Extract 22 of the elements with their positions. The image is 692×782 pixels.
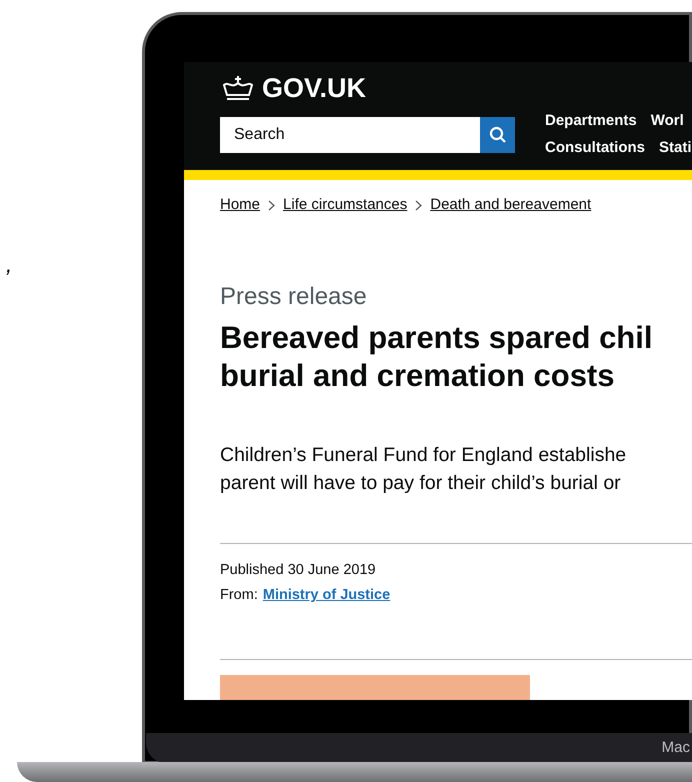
published-date: Published 30 June 2019 bbox=[220, 560, 377, 580]
organisation-link[interactable]: Ministry of Justice bbox=[262, 585, 390, 607]
article-title: Bereaved parents spared chil burial and cremation costs bbox=[220, 318, 654, 394]
document-type: Press release bbox=[220, 282, 368, 312]
nav-link[interactable]: Consultations bbox=[545, 136, 645, 159]
crown-icon bbox=[220, 75, 256, 101]
nav-link[interactable]: Worl bbox=[650, 110, 684, 132]
nav-link[interactable]: Stati bbox=[659, 136, 692, 159]
chevron-icon bbox=[268, 200, 276, 211]
search-button[interactable] bbox=[480, 116, 515, 152]
nav-link[interactable]: Departments bbox=[545, 110, 637, 132]
article-summary: Children’s Funeral Fund for England establishe parent will have to pay for their child’s burial or bbox=[220, 442, 628, 496]
stray-comma: , bbox=[6, 251, 12, 279]
laptop-label: Mac bbox=[662, 738, 690, 758]
site-logo[interactable]: GOV.UK bbox=[262, 68, 366, 108]
breadcrumb-link[interactable]: Life circumstances bbox=[283, 194, 408, 216]
from-label: From: bbox=[220, 586, 258, 606]
search-icon bbox=[488, 126, 506, 144]
search-field[interactable]: Search bbox=[220, 116, 480, 152]
breadcrumb-link[interactable]: Death and bereavement bbox=[430, 194, 592, 216]
breadcrumb-link[interactable]: Home bbox=[220, 194, 260, 216]
chevron-icon bbox=[415, 200, 422, 211]
